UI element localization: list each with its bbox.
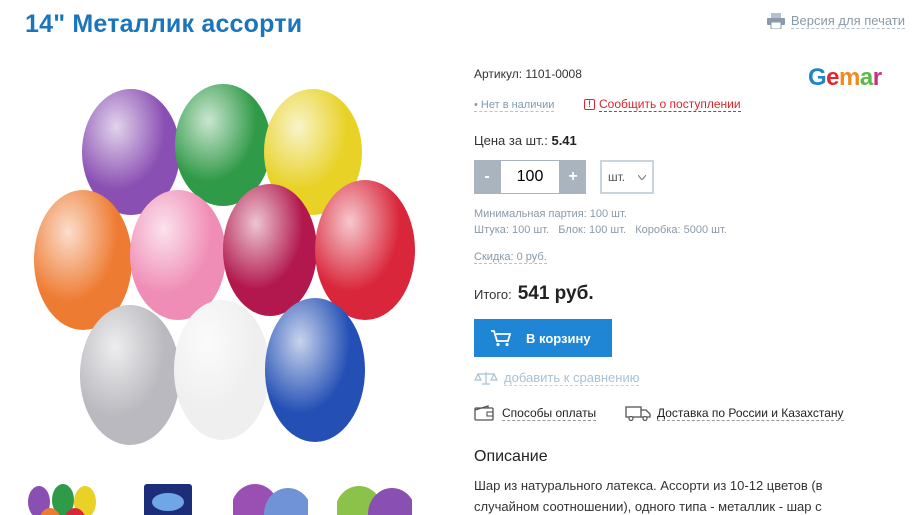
thumbnail-2[interactable]: [129, 480, 204, 515]
qty-input[interactable]: [500, 160, 560, 194]
wallet-icon: [474, 405, 494, 421]
discount-link[interactable]: Скидка: 0 руб.: [474, 251, 547, 264]
unit-select[interactable]: шт.: [600, 160, 654, 194]
print-version-link[interactable]: Версия для печати: [766, 13, 905, 29]
stock-status[interactable]: • Нет в наличии: [474, 99, 555, 112]
packaging-info: Минимальная партия: 100 шт. Штука: 100 ш…: [474, 206, 727, 238]
truck-icon: [625, 406, 651, 421]
delivery-link[interactable]: Доставка по России и Казахстану: [625, 405, 844, 421]
balloon-bunch: [34, 84, 415, 445]
unit-price-value: 5.41: [551, 133, 577, 148]
add-to-compare-label: добавить к сравнению: [504, 370, 640, 386]
total-price-value: 541 руб.: [517, 283, 594, 304]
thumbnail-3[interactable]: [233, 480, 308, 515]
thumbnail-4[interactable]: [337, 480, 412, 515]
payment-methods-link[interactable]: Способы оплаты: [474, 405, 597, 421]
add-to-compare-link[interactable]: добавить к сравнению: [474, 370, 640, 386]
add-to-cart-button[interactable]: В корзину: [474, 319, 612, 357]
sku-label: Артикул: 1101-0008: [474, 67, 582, 81]
qty-decrease-button[interactable]: -: [474, 160, 500, 194]
unit-price: Цена за шт.: 5.41: [474, 133, 577, 148]
page-title: 14" Металлик ассорти: [25, 10, 303, 38]
printer-icon: [766, 13, 785, 29]
product-main-image[interactable]: [25, 70, 430, 465]
description-heading: Описание: [474, 448, 548, 465]
delivery-label: Доставка по России и Казахстану: [657, 405, 844, 421]
thumbnail-1[interactable]: [25, 480, 100, 515]
cart-icon: [491, 330, 512, 347]
description-text: Шар из натурального латекса. Ассорти из …: [474, 478, 823, 514]
total-price: Итого: 541 руб.: [474, 283, 594, 304]
quantity-stepper: - +: [474, 160, 586, 194]
pack-sizes-text: Штука: 100 шт. Блок: 100 шт. Коробка: 50…: [474, 224, 727, 236]
qty-increase-button[interactable]: +: [560, 160, 586, 194]
scales-icon: [474, 372, 498, 385]
chevron-down-icon: [638, 174, 646, 180]
notify-arrival-link[interactable]: ! Сообщить о поступлении: [584, 97, 741, 112]
print-version-label: Версия для печати: [790, 13, 905, 29]
min-batch-text: Минимальная партия: 100 шт.: [474, 208, 627, 220]
alert-icon: !: [584, 99, 595, 110]
thumbnail-strip: [25, 480, 412, 515]
brand-logo: Gemar: [808, 64, 882, 91]
add-to-cart-label: В корзину: [526, 330, 591, 346]
payment-methods-label: Способы оплаты: [502, 405, 597, 421]
notify-arrival-label: Сообщить о поступлении: [599, 97, 741, 112]
